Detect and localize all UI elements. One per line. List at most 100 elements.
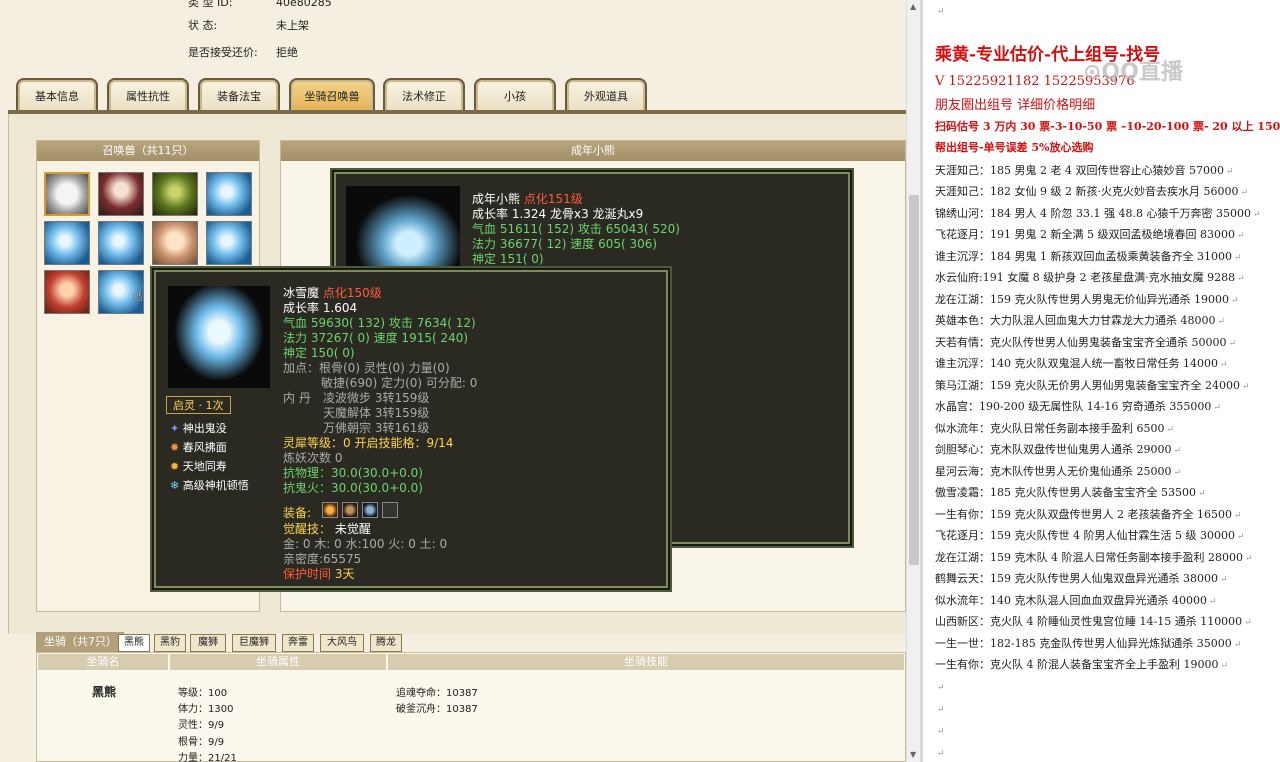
mount-tab[interactable]: 腾龙 xyxy=(370,634,402,652)
return-mark-icon: ↵ xyxy=(1197,489,1206,499)
tab-mounts-pets[interactable]: 坐骑召唤兽 xyxy=(289,78,375,112)
return-mark-icon: ↵ xyxy=(1213,403,1221,413)
mount-tab[interactable]: 魔狮 xyxy=(190,634,226,652)
skill-item[interactable]: ❄ 高级神机顿悟 xyxy=(170,477,249,493)
skill-icon: ✦ xyxy=(170,422,180,435)
game-window: 类 型 ID: 40e80285 状 态: 未上架 是否接受还价: 拒绝 基本信息 属… xyxy=(0,0,906,762)
note-line: 飞花逐月：159 克火队传世 4 阶男人仙甘霖生活 5 级 30000 ↵ xyxy=(935,529,1245,542)
scroll-up-icon[interactable]: ▲ xyxy=(910,2,916,11)
note-line: 天涯知己：185 男鬼 2 老 4 双回传世容止心猿妙音 57000 ↵ xyxy=(935,164,1234,177)
note-line: 天涯知己：182 女仙 9 级 2 新孩·火克火妙音去疾水月 56000 ↵ xyxy=(935,185,1249,198)
pet-slot[interactable] xyxy=(152,172,198,216)
qiling-badge: 启灵 · 1次 xyxy=(166,396,231,414)
return-mark-icon: ↵ xyxy=(1173,446,1182,456)
note-line: 谁主沉浮：140 克火队双鬼混人统一畜牧日常任务 14000 ↵ xyxy=(935,357,1228,370)
return-mark-icon: ↵ xyxy=(937,749,945,759)
return-mark-icon: ↵ xyxy=(937,705,945,715)
return-mark-icon: ↵ xyxy=(1208,597,1217,607)
skill-icon: ✸ xyxy=(170,441,180,454)
return-mark-icon: ↵ xyxy=(1233,640,1242,650)
return-mark-icon: ↵ xyxy=(1233,253,1242,263)
return-mark-icon: ↵ xyxy=(1219,360,1228,370)
mount-tab[interactable]: 黑豹 xyxy=(154,634,186,652)
pet-slot[interactable] xyxy=(206,172,252,216)
mount-section-title: 坐骑（共7只） xyxy=(36,632,124,652)
notes-subtitle: 朋友圈出组号 详细价格明细 xyxy=(935,98,1096,113)
pet-slot[interactable] xyxy=(98,172,144,216)
pet-slot[interactable] xyxy=(98,221,144,265)
mount-header-name: 坐骑名 xyxy=(38,654,168,670)
return-mark-icon: ↵ xyxy=(1252,210,1261,220)
mount-header-attr: 坐骑属性 xyxy=(170,654,386,670)
note-line: 剑胆琴心：克木队双盘传世仙鬼男人通杀 29000 ↵ xyxy=(935,443,1182,456)
return-mark-icon: ↵ xyxy=(1237,274,1245,284)
skill-icon: ❄ xyxy=(170,479,180,492)
note-line: 谁主沉浮：184 男鬼 1 新孩双回血孟极乘黄装备齐全 31000 ↵ xyxy=(935,250,1242,263)
skill-item[interactable]: ✸ 春风拂面 xyxy=(170,439,227,455)
tab-equipment[interactable]: 装备法宝 xyxy=(198,78,280,112)
return-mark-icon: ↵ xyxy=(1236,231,1245,241)
equip-slot[interactable] xyxy=(362,502,378,518)
note-line: 水云仙府:191 女魔 8 级护身 2 老孩星盘满·克水抽女魔 9288 ↵ xyxy=(935,271,1245,284)
tab-children[interactable]: 小孩 xyxy=(474,78,556,112)
pet-slot[interactable] xyxy=(152,221,198,265)
note-line: 龙在江湖：159 克火队传世男人男鬼无价仙异光通杀 19000 ↵ xyxy=(935,293,1239,306)
tab-basic-info[interactable]: 基本信息 xyxy=(16,78,98,112)
mount-header-skill: 坐骑技能 xyxy=(388,654,904,670)
pet-slot[interactable] xyxy=(44,270,90,314)
return-mark-icon: ↵ xyxy=(937,7,945,17)
note-line: 似水流年：克火队日常任务副本接手盈利 6500 ↵ xyxy=(935,422,1175,435)
mount-tab[interactable]: 巨魔狮 xyxy=(232,634,276,652)
mount-tab[interactable]: 黑熊 xyxy=(118,634,150,652)
note-line: 锦绣山河：184 男人 4 阶忽 33.1 强 48.8 心猿千万奔密 3500… xyxy=(935,207,1261,220)
skill-item[interactable]: ✹ 天地同寿 xyxy=(170,458,227,474)
equip-slot[interactable] xyxy=(342,502,358,518)
return-mark-icon: ↵ xyxy=(937,727,945,737)
note-line: 似水流年：140 克木队混人回血血双盘异光通杀 40000 ↵ xyxy=(935,594,1217,607)
return-mark-icon: ↵ xyxy=(1220,661,1229,671)
notes-price-2: 帮出组号-单号误差 5%放心选购 xyxy=(935,141,1094,154)
note-line: 一生一世：182-185 克金队传世男人仙异光炼狱通杀 35000 ↵ xyxy=(935,637,1242,650)
equip-slot[interactable] xyxy=(322,502,338,518)
return-mark-icon: ↵ xyxy=(1225,167,1234,177)
tab-spell-mods[interactable]: 法术修正 xyxy=(383,78,465,112)
skill-item[interactable]: ✦ 神出鬼没 xyxy=(170,420,227,436)
cursor-hand-icon: ☝ xyxy=(133,286,143,305)
return-mark-icon: ↵ xyxy=(1241,382,1250,392)
return-mark-icon: ↵ xyxy=(937,683,945,693)
return-mark-icon: ↵ xyxy=(1219,575,1228,585)
pet-slot[interactable] xyxy=(206,221,252,265)
note-line: 傲雪凌霜：185 克火队传世男人装备宝宝齐全 53500 ↵ xyxy=(935,486,1206,499)
return-mark-icon: ↵ xyxy=(1217,317,1226,327)
pet-slot[interactable] xyxy=(44,172,90,216)
note-line: 鹤舞云天：159 克火队传世男人仙鬼双盘异光通杀 38000 ↵ xyxy=(935,572,1228,585)
notes-price-1: 扫码估号 3 万内 30 票-3-10-50 票 –10-20-100 票- 2… xyxy=(935,120,1280,133)
pet-slot[interactable] xyxy=(44,221,90,265)
note-line: 星河云海：克木队传世男人无价鬼仙通杀 25000 ↵ xyxy=(935,465,1182,478)
tab-appearance[interactable]: 外观道具 xyxy=(565,78,647,112)
note-line: 山西新区：克火队 4 阶睡仙灵性鬼宫位睡 14-15 通杀 110000 ↵ xyxy=(935,615,1252,628)
pet-detail-title: 成年小熊 xyxy=(281,141,905,161)
equip-slot[interactable] xyxy=(382,502,398,518)
watermark-logo: ⊙QQ直播 xyxy=(1083,60,1183,85)
info-row-bargain: 是否接受还价: 拒绝 xyxy=(188,46,298,59)
tab-attributes[interactable]: 属性抗性 xyxy=(107,78,189,112)
note-line: 策马江湖：159 克火队无价男人男仙男鬼装备宝宝齐全 24000 ↵ xyxy=(935,379,1250,392)
return-mark-icon: ↵ xyxy=(1233,511,1242,521)
return-mark-icon: ↵ xyxy=(1244,618,1252,628)
notes-document: ↵ 乘黄-专业估价-代上组号-找号 V 15225921182 15225953… xyxy=(923,0,1280,762)
return-mark-icon: ↵ xyxy=(1166,425,1175,435)
pets-panel-title: 召唤兽（共11只） xyxy=(37,141,259,161)
note-line: 飞花逐月：191 男鬼 2 新全满 5 级双回孟极绝境春回 83000 ↵ xyxy=(935,228,1245,241)
vertical-scrollbar[interactable]: ▲ ▼ xyxy=(906,0,920,762)
note-line: 一生有你：克火队 4 阶混人装备宝宝齐全上手盈利 19000 ↵ xyxy=(935,658,1229,671)
scrollbar-thumb[interactable] xyxy=(909,195,919,565)
pet-tooltip-ice: 启灵 · 1次 ✦ 神出鬼没 ✸ 春风拂面 ✹ 天地同寿 ❄ 高级神机顿悟 冰雪… xyxy=(154,270,668,588)
info-row-id: 类 型 ID: 40e80285 xyxy=(188,0,332,9)
return-mark-icon: ↵ xyxy=(1236,532,1245,542)
mount-tab[interactable]: 大风鸟 xyxy=(320,634,364,652)
return-mark-icon: ↵ xyxy=(1228,339,1237,349)
mount-tab[interactable]: 奔雷 xyxy=(282,634,314,652)
scroll-down-icon[interactable]: ▼ xyxy=(910,750,916,759)
return-mark-icon: ↵ xyxy=(1173,468,1182,478)
